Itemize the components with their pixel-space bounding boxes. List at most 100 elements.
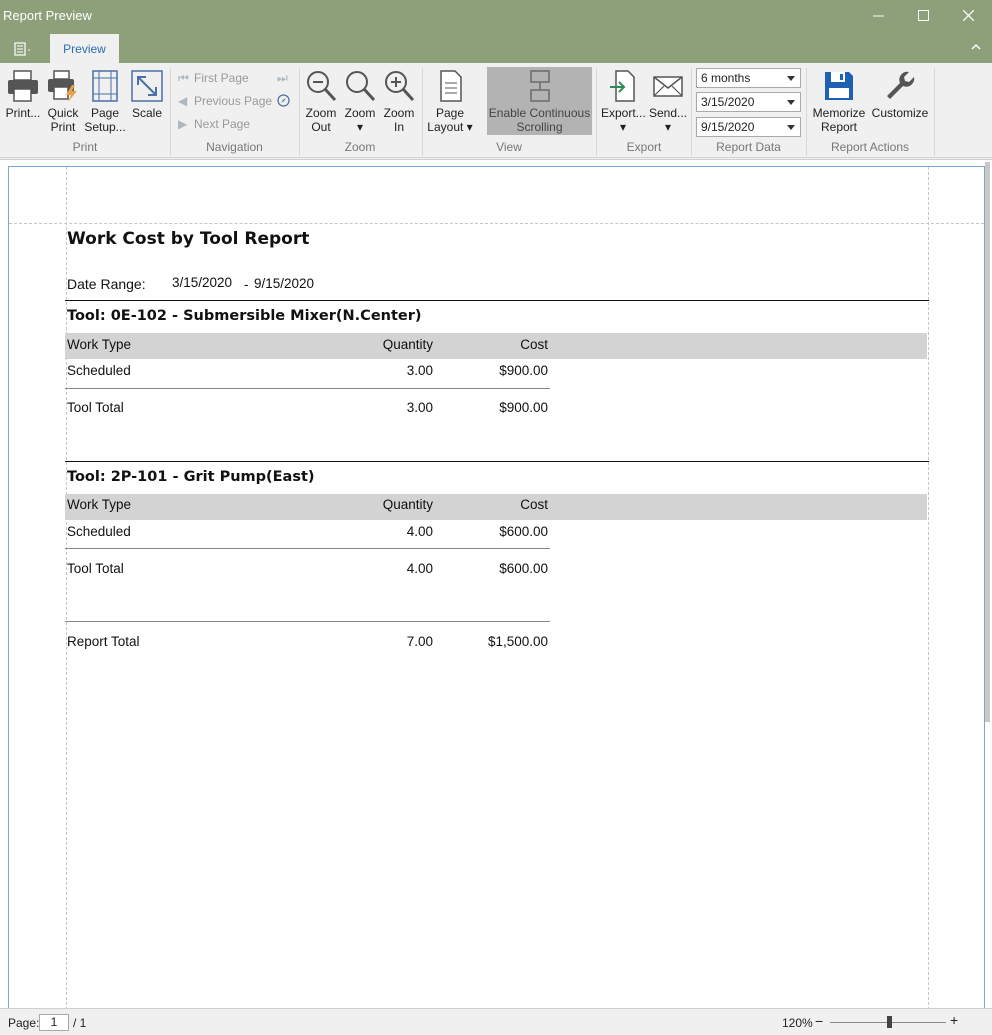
- period-select[interactable]: 6 months: [696, 68, 801, 88]
- zoom-out-button[interactable]: Zoom Out: [303, 69, 339, 134]
- quick-print-icon: [48, 70, 77, 102]
- chevron-down-icon: [787, 125, 795, 130]
- row-work-type: Scheduled: [67, 524, 131, 539]
- page-setup-icon: [92, 70, 118, 102]
- send-button[interactable]: Send... ▾: [648, 69, 688, 134]
- page-label: Page:: [8, 1016, 40, 1030]
- row-cost: $900.00: [499, 363, 548, 378]
- export-button[interactable]: Export... ▾: [601, 69, 646, 134]
- scale-button[interactable]: Scale: [129, 69, 165, 120]
- chevron-down-icon: [787, 100, 795, 105]
- page-layout-button[interactable]: Page Layout ▾: [427, 69, 473, 134]
- first-page-button[interactable]: ⏮ First Page: [178, 71, 249, 86]
- ribbon-tab-row: Preview: [0, 33, 992, 63]
- date-to: 9/15/2020: [254, 276, 315, 291]
- column-quantity: Quantity: [382, 337, 433, 352]
- tool-total-cost: $600.00: [499, 561, 548, 576]
- export-icon: [610, 70, 635, 102]
- vertical-scrollbar[interactable]: [985, 162, 990, 722]
- ribbon-separator: [806, 68, 807, 156]
- tab-preview[interactable]: Preview: [50, 34, 119, 63]
- zoom-icon: [346, 71, 376, 102]
- date-from: 3/15/2020: [172, 275, 233, 290]
- ribbon-separator: [691, 68, 692, 156]
- row-cost: $600.00: [499, 524, 548, 539]
- ribbon-separator: [934, 68, 935, 156]
- ribbon-separator: [422, 68, 423, 156]
- group-label-export: Export: [626, 140, 662, 154]
- zoom-button[interactable]: Zoom ▾: [342, 69, 378, 134]
- date-separator: -: [244, 277, 249, 292]
- tool-header: Tool: 2P-101 - Grit Pump(East): [67, 469, 315, 485]
- row-work-type: Scheduled: [67, 363, 131, 378]
- zoom-in-button[interactable]: Zoom In: [381, 69, 417, 134]
- send-email-icon: [653, 76, 683, 97]
- page-setup-button[interactable]: Page Setup...: [84, 69, 126, 134]
- column-work-type: Work Type: [67, 497, 132, 512]
- wrench-icon: [887, 71, 915, 99]
- group-label-report-actions: Report Actions: [830, 140, 910, 154]
- group-label-report-data: Report Data: [716, 140, 781, 154]
- continuous-scrolling-icon: [529, 70, 550, 102]
- tool-total-label: Tool Total: [67, 561, 124, 576]
- column-cost: Cost: [520, 337, 548, 352]
- report-title: Work Cost by Tool Report: [67, 229, 310, 249]
- section-divider: [65, 461, 929, 462]
- title-bar: Report Preview: [0, 0, 992, 33]
- quick-print-button[interactable]: Quick Print: [44, 69, 82, 134]
- zoom-slider-thumb[interactable]: [887, 1016, 892, 1028]
- last-page-icon: ⏭: [277, 71, 288, 85]
- tool-total-cost: $900.00: [499, 400, 548, 415]
- next-page-button[interactable]: ▶ Next Page: [178, 117, 250, 131]
- minimize-button[interactable]: [855, 0, 901, 31]
- report-preview-area[interactable]: Work Cost by Tool Report Date Range: 3/1…: [0, 159, 992, 1009]
- report-total-cost: $1,500.00: [487, 634, 548, 649]
- close-icon: [962, 10, 974, 21]
- go-to-page-icon[interactable]: [277, 94, 290, 107]
- print-button[interactable]: Print...: [5, 69, 41, 120]
- report-page: Work Cost by Tool Report Date Range: 3/1…: [8, 166, 985, 1009]
- group-label-print: Print: [72, 140, 98, 154]
- subtotal-divider: [65, 548, 550, 549]
- zoom-level: 120%: [782, 1016, 813, 1030]
- zoom-increase-button[interactable]: +: [950, 1012, 958, 1028]
- enable-continuous-scrolling-button[interactable]: Enable Continuous Scrolling: [487, 69, 592, 134]
- ribbon-separator: [596, 68, 597, 156]
- subtotal-divider: [65, 388, 550, 389]
- page-total: / 1: [73, 1016, 87, 1030]
- tool-total-quantity: 3.00: [406, 400, 433, 415]
- last-page-button[interactable]: ⏭: [277, 71, 293, 86]
- ribbon: Print... Quick Print Page Setup... Scale…: [0, 63, 992, 158]
- report-total-quantity: 7.00: [406, 634, 433, 649]
- next-page-icon: ▶: [178, 117, 188, 131]
- minimize-icon: [872, 15, 884, 17]
- page-margin-top: [9, 223, 984, 224]
- group-label-view: View: [496, 140, 522, 154]
- start-date-select[interactable]: 3/15/2020: [696, 92, 801, 112]
- page-number-input[interactable]: 1: [39, 1014, 69, 1031]
- group-label-zoom: Zoom: [344, 140, 376, 154]
- tool-header: Tool: 0E-102 - Submersible Mixer(N.Cente…: [67, 308, 422, 324]
- zoom-out-icon: [307, 71, 337, 102]
- row-quantity: 4.00: [406, 524, 433, 539]
- ribbon-separator: [170, 68, 171, 156]
- previous-page-button[interactable]: ◀ Previous Page: [178, 94, 272, 108]
- zoom-decrease-button[interactable]: −: [815, 1013, 823, 1029]
- row-quantity: 3.00: [406, 363, 433, 378]
- section-divider: [65, 300, 929, 301]
- page-margin-left: [66, 167, 67, 1009]
- memorize-report-button[interactable]: Memorize Report: [810, 69, 868, 134]
- report-total-divider: [65, 621, 550, 622]
- close-button[interactable]: [945, 0, 991, 31]
- status-bar: Page: 1 / 1 120% − +: [0, 1008, 992, 1035]
- tool-total-label: Tool Total: [67, 400, 124, 415]
- maximize-button[interactable]: [900, 0, 946, 31]
- report-total-label: Report Total: [67, 634, 140, 649]
- app-menu-icon[interactable]: [10, 41, 32, 57]
- collapse-ribbon-icon[interactable]: [970, 41, 982, 53]
- end-date-select[interactable]: 9/15/2020: [696, 117, 801, 137]
- page-margin-right: [928, 167, 929, 1009]
- customize-button[interactable]: Customize: [871, 69, 929, 120]
- column-work-type: Work Type: [67, 337, 132, 352]
- printer-icon: [8, 70, 38, 102]
